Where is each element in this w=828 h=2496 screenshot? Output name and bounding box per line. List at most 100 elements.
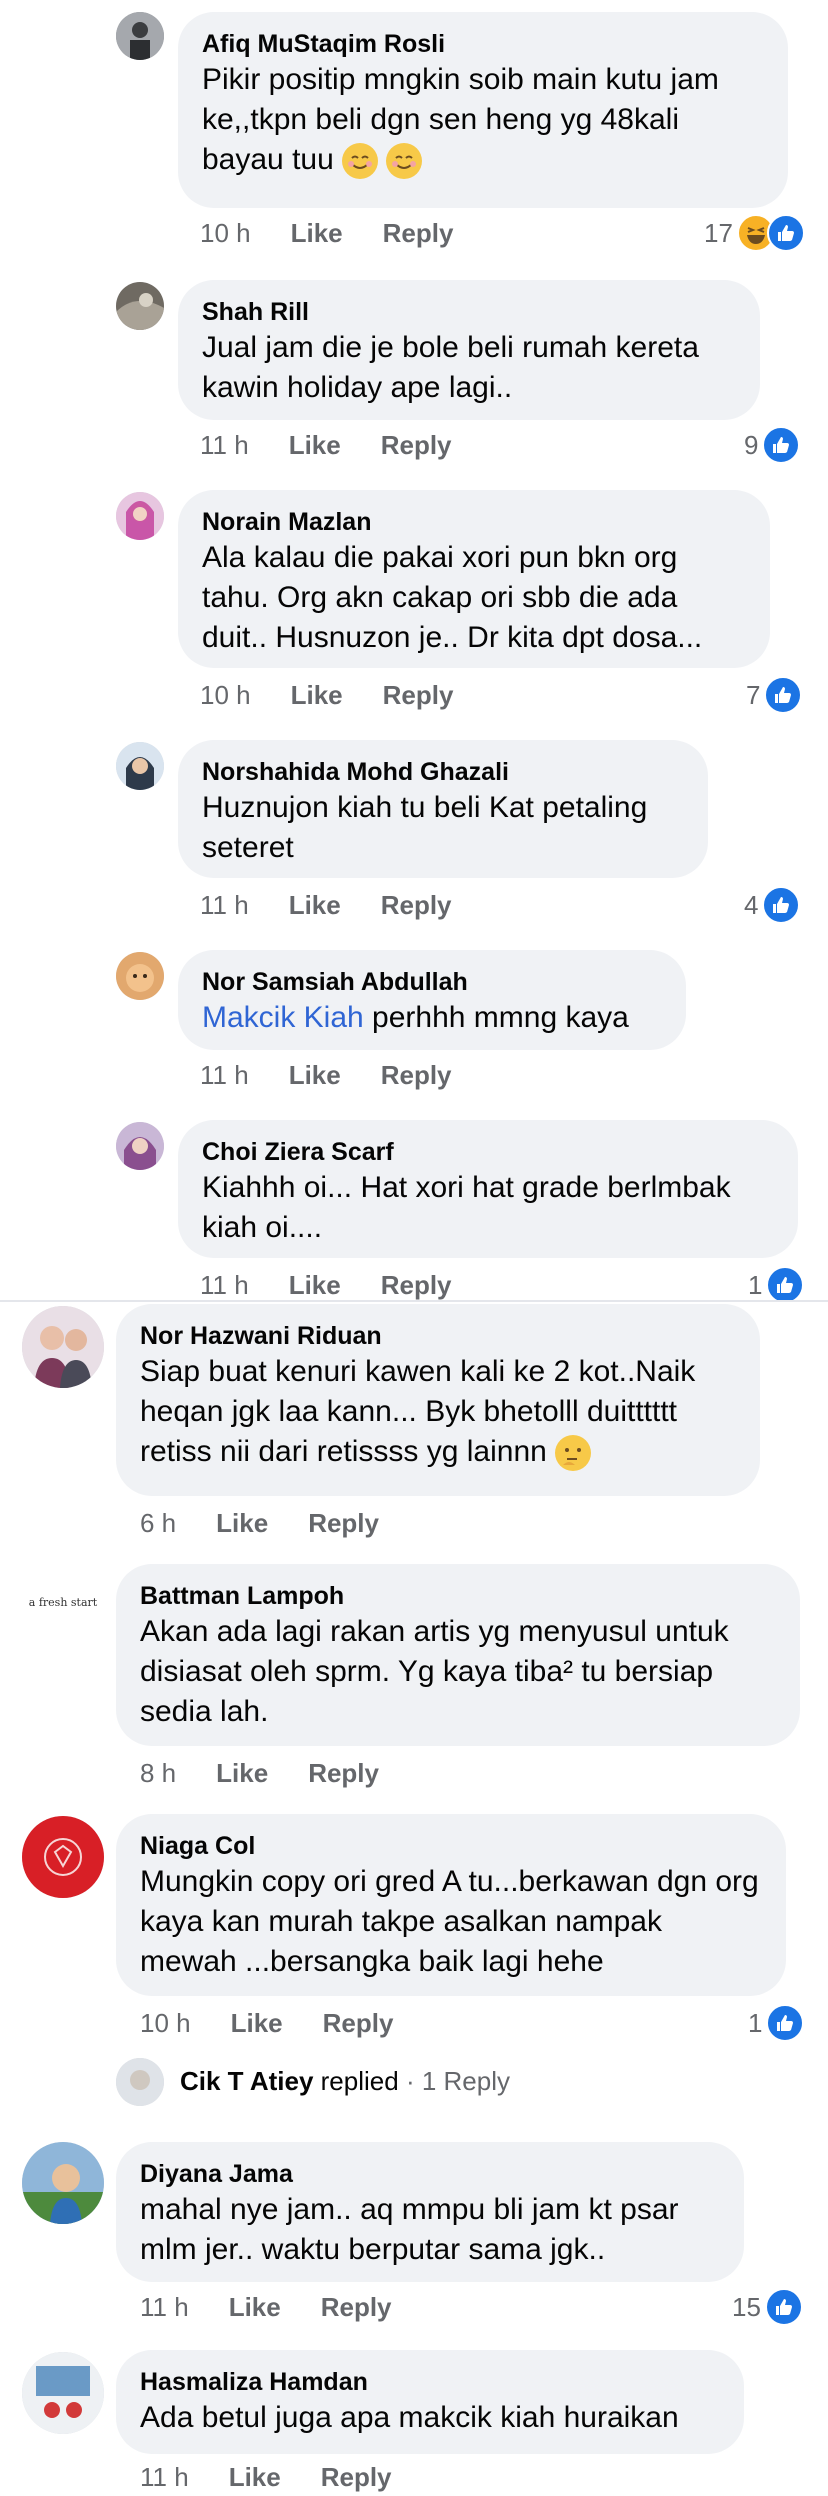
reaction-count: 17 [704,217,733,248]
comment-author[interactable]: Nor Samsiah Abdullah [202,966,662,998]
comment-time[interactable]: 11 h [200,1060,249,1090]
reply-author[interactable]: Cik T Atiey [180,2066,313,2096]
comment-time[interactable]: 11 h [200,430,249,460]
avatar[interactable] [116,1122,164,1170]
mention-link[interactable]: Makcik Kiah [202,1001,364,1034]
avatar[interactable] [22,2142,104,2224]
avatar[interactable] [22,1816,104,1898]
comment-author[interactable]: Choi Ziera Scarf [202,1136,774,1168]
comment-author[interactable]: Afiq MuStaqim Rosli [202,28,764,60]
like-button[interactable]: Like [289,1270,341,1300]
reply-button[interactable]: Reply [381,890,452,920]
comment-meta: 10 h Like Reply [200,680,493,711]
like-button[interactable]: Like [289,430,341,460]
comment-body: Jual jam die je bole beli rumah kereta k… [202,331,699,404]
comment-bubble: Diyana Jama mahal nye jam.. aq mmpu bli … [116,2142,744,2282]
reply-button[interactable]: Reply [321,2462,392,2492]
comment-author[interactable]: Norain Mazlan [202,506,746,538]
reaction-summary[interactable]: 17 [704,214,805,252]
comment-author[interactable]: Diyana Jama [140,2158,720,2190]
comment-time[interactable]: 10 h [200,680,251,710]
avatar[interactable] [116,492,164,540]
avatar [116,2058,164,2106]
avatar[interactable] [116,952,164,1000]
comment-time[interactable]: 10 h [200,218,251,248]
comment-text: Makcik Kiah perhhh mmng kaya [202,998,662,1038]
reaction-summary[interactable]: 4 [744,886,801,924]
thinking-emoji-icon [555,1435,592,1472]
comment-author[interactable]: Norshahida Mohd Ghazali [202,756,684,788]
reaction-count: 4 [744,889,759,920]
comment-time[interactable]: 11 h [200,890,249,920]
like-button[interactable]: Like [231,2008,283,2038]
replied-label: replied [320,2066,399,2096]
comment-time[interactable]: 11 h [140,2292,189,2322]
reaction-summary[interactable]: 7 [746,676,803,714]
like-reaction-icon [764,2288,803,2326]
avatar[interactable] [116,282,164,330]
comment-time[interactable]: 11 h [200,1270,249,1300]
comment-body: Akan ada lagi rakan artis yg menyusul un… [140,1615,729,1728]
avatar[interactable] [116,742,164,790]
comment-time[interactable]: 8 h [140,1758,176,1788]
reply-button[interactable]: Reply [381,1060,452,1090]
reaction-summary[interactable]: 1 [748,1266,805,1304]
comment-meta: 6 h Like Reply [140,1508,419,1539]
reply-button[interactable]: Reply [321,2292,392,2322]
reply-button[interactable]: Reply [383,680,454,710]
comment-body: Kiahhh oi... Hat xori hat grade berlmbak… [202,1171,731,1244]
comment-author[interactable]: Nor Hazwani Riduan [140,1320,736,1352]
like-reaction-icon [762,426,801,464]
reaction-count: 15 [732,2291,761,2322]
like-button[interactable]: Like [291,680,343,710]
comment-time[interactable]: 11 h [140,2462,189,2492]
like-button[interactable]: Like [216,1508,268,1538]
comment-author[interactable]: Niaga Col [140,1830,762,1862]
reply-button[interactable]: Reply [383,218,454,248]
avatar[interactable]: a fresh start [22,1562,104,1644]
smile-emoji-icon [342,143,379,180]
comment-meta: 11 h Like Reply [140,2292,432,2323]
reaction-summary[interactable]: 9 [744,426,801,464]
comment-time[interactable]: 6 h [140,1508,176,1538]
comment-author[interactable]: Hasmaliza Hamdan [140,2366,720,2398]
comment-bubble: Norain Mazlan Ala kalau die pakai xori p… [178,490,770,668]
comment-body: Huznujon kiah tu beli Kat petaling seter… [202,791,648,864]
comment-meta: 11 h Like Reply [200,1270,492,1301]
like-button[interactable]: Like [216,1758,268,1788]
comment-time[interactable]: 10 h [140,2008,191,2038]
comment-body: Pikir positip mngkin soib main kutu jam … [202,63,719,176]
reaction-summary[interactable]: 15 [732,2288,803,2326]
comment-meta: 8 h Like Reply [140,1758,419,1789]
comment-bubble: Choi Ziera Scarf Kiahhh oi... Hat xori h… [178,1120,798,1258]
comment-meta: 11 h Like Reply [200,430,492,461]
comment-body: Ada betul juga apa makcik kiah huraikan [140,2401,679,2434]
reply-button[interactable]: Reply [381,430,452,460]
like-reaction-icon [766,1266,805,1304]
comment-bubble: Norshahida Mohd Ghazali Huznujon kiah tu… [178,740,708,878]
like-reaction-icon [766,214,805,252]
avatar[interactable] [22,2352,104,2434]
comment-meta: 11 h Like Reply [200,890,492,921]
like-button[interactable]: Like [229,2462,281,2492]
comment-bubble: Nor Hazwani Riduan Siap buat kenuri kawe… [116,1304,760,1496]
comment-meta: 11 h Like Reply [200,1060,492,1091]
reply-button[interactable]: Reply [308,1508,379,1538]
avatar[interactable] [22,1306,104,1388]
reply-button[interactable]: Reply [308,1758,379,1788]
avatar[interactable] [116,12,164,60]
reply-button[interactable]: Reply [381,1270,452,1300]
section-divider [0,1300,828,1302]
like-button[interactable]: Like [289,1060,341,1090]
reply-button[interactable]: Reply [323,2008,394,2038]
comment-bubble: Hasmaliza Hamdan Ada betul juga apa makc… [116,2350,744,2454]
like-button[interactable]: Like [229,2292,281,2322]
comment-author[interactable]: Shah Rill [202,296,736,328]
like-button[interactable]: Like [289,890,341,920]
reaction-summary[interactable]: 1 [748,2004,805,2042]
comment-bubble: Afiq MuStaqim Rosli Pikir positip mngkin… [178,12,788,208]
comment-text: Siap buat kenuri kawen kali ke 2 kot..Na… [140,1352,736,1472]
smile-emoji-icon [386,143,423,180]
comment-author[interactable]: Battman Lampoh [140,1580,776,1612]
like-button[interactable]: Like [291,218,343,248]
